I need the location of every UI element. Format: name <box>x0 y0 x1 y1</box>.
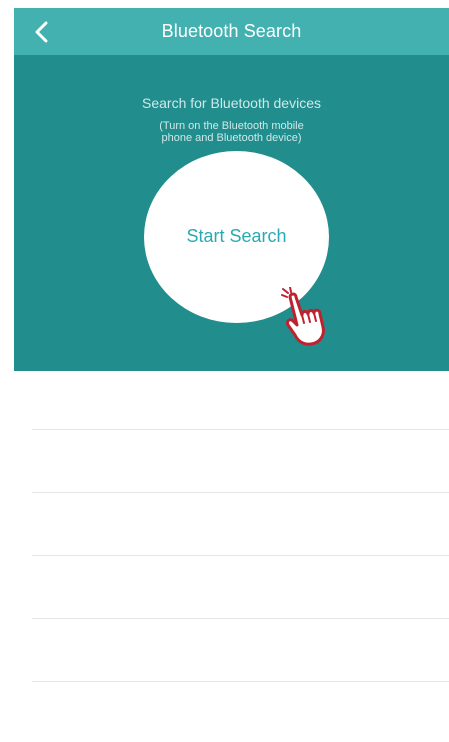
search-heading: Search for Bluetooth devices <box>142 95 321 111</box>
list-item[interactable] <box>32 493 449 556</box>
back-button[interactable] <box>28 18 56 46</box>
search-hint-line-2: phone and Bluetooth device) <box>161 132 302 144</box>
navigation-bar: Bluetooth Search <box>14 8 449 55</box>
search-hint-line-1: (Turn on the Bluetooth mobile <box>159 120 304 132</box>
pointing-hand-icon <box>281 287 325 346</box>
device-list <box>32 371 449 682</box>
start-search-label: Start Search <box>186 225 287 246</box>
search-panel: Search for Bluetooth devices (Turn on th… <box>14 55 449 371</box>
list-item[interactable] <box>32 619 449 682</box>
list-item[interactable] <box>32 371 449 430</box>
page-title: Bluetooth Search <box>161 21 302 41</box>
list-item[interactable] <box>32 430 449 493</box>
list-item[interactable] <box>32 556 449 619</box>
chevron-left-icon <box>35 21 48 43</box>
bluetooth-search-screen: Bluetooth Search Search for Bluetooth de… <box>0 0 449 742</box>
search-hint: (Turn on the Bluetooth mobile phone and … <box>14 120 449 144</box>
